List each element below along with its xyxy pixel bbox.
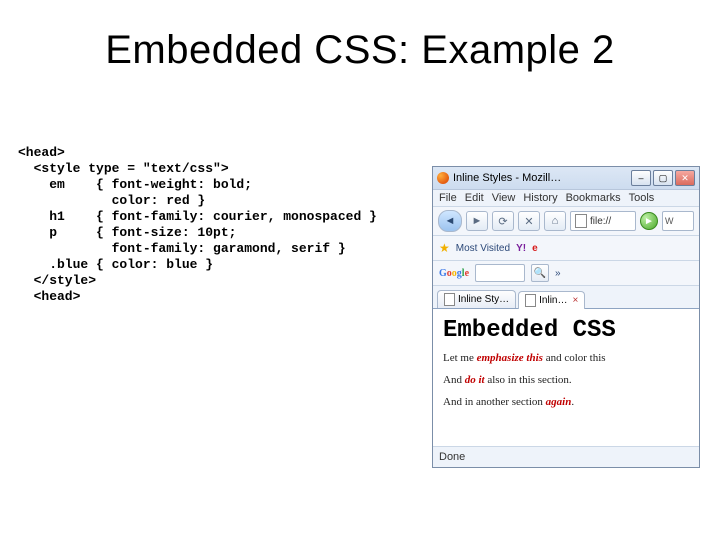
p3-em: again [546,396,572,408]
google-search-button[interactable]: 🔍 [531,264,549,282]
status-text: Done [439,451,465,463]
bookmark-star-icon[interactable]: ★ [439,241,450,255]
window-titlebar: Inline Styles - Mozill… – ▢ ✕ [433,167,699,190]
back-button[interactable]: ◄ [438,210,462,232]
forward-button[interactable]: ► [466,211,488,231]
google-more[interactable]: » [555,268,561,279]
close-button[interactable]: ✕ [675,170,695,186]
p2-em: do it [465,374,485,386]
tab-2[interactable]: Inlin… × [518,291,585,309]
home-button[interactable]: ⌂ [544,211,566,231]
ebay-icon[interactable]: e [532,243,538,254]
status-bar: Done [433,446,699,467]
nav-toolbar: ◄ ► ⟳ ✕ ⌂ file:// ► W [433,207,699,236]
page-icon [575,214,587,228]
p1-em: emphasize this [477,352,543,364]
page-icon [444,293,455,306]
menu-tools[interactable]: Tools [629,192,655,204]
slide: Embedded CSS: Example 2 <head> <style ty… [0,0,720,540]
p3-pre: And in another section [443,396,546,408]
p3-post: . [571,396,574,408]
tab-strip: Inline Sty… Inlin… × [433,286,699,309]
bookmarks-toolbar: ★ Most Visited Y! e [433,236,699,261]
menu-edit[interactable]: Edit [465,192,484,204]
p2-pre: And [443,374,465,386]
menu-bookmarks[interactable]: Bookmarks [566,192,621,204]
p2-post: also in this section. [485,374,572,386]
slide-title: Embedded CSS: Example 2 [0,28,720,73]
tab-2-label: Inlin… [539,295,567,306]
tab-1-label: Inline Sty… [458,294,509,305]
menu-bar: File Edit View History Bookmarks Tools [433,190,699,207]
go-button[interactable]: ► [640,212,658,230]
tab-close-icon[interactable]: × [573,295,579,306]
menu-view[interactable]: View [492,192,516,204]
page-content: Embedded CSS Let me emphasize this and c… [433,309,699,453]
firefox-icon [437,172,449,184]
browser-window: Inline Styles - Mozill… – ▢ ✕ File Edit … [432,166,700,468]
p1-post: and color this [543,352,606,364]
stop-button[interactable]: ✕ [518,211,540,231]
page-heading: Embedded CSS [443,317,689,344]
menu-history[interactable]: History [523,192,557,204]
menu-file[interactable]: File [439,192,457,204]
tab-1[interactable]: Inline Sty… [437,290,516,308]
google-logo-icon[interactable]: Google [439,268,469,279]
paragraph-1: Let me emphasize this and color this [443,352,689,364]
p1-pre: Let me [443,352,477,364]
most-visited-link[interactable]: Most Visited [456,243,510,254]
yahoo-icon[interactable]: Y! [516,243,526,254]
minimize-button[interactable]: – [631,170,651,186]
google-toolbar: Google 🔍 » [433,261,699,286]
google-search-input[interactable] [475,264,525,282]
url-bar[interactable]: file:// [570,211,636,231]
search-box[interactable]: W [662,211,694,231]
url-text: file:// [590,216,611,227]
maximize-button[interactable]: ▢ [653,170,673,186]
paragraph-2: And do it also in this section. [443,374,689,386]
window-title-text: Inline Styles - Mozill… [453,172,561,184]
paragraph-3: And in another section again. [443,396,689,408]
reload-button[interactable]: ⟳ [492,211,514,231]
page-icon [525,294,536,307]
code-block: <head> <style type = "text/css"> em { fo… [18,145,377,305]
